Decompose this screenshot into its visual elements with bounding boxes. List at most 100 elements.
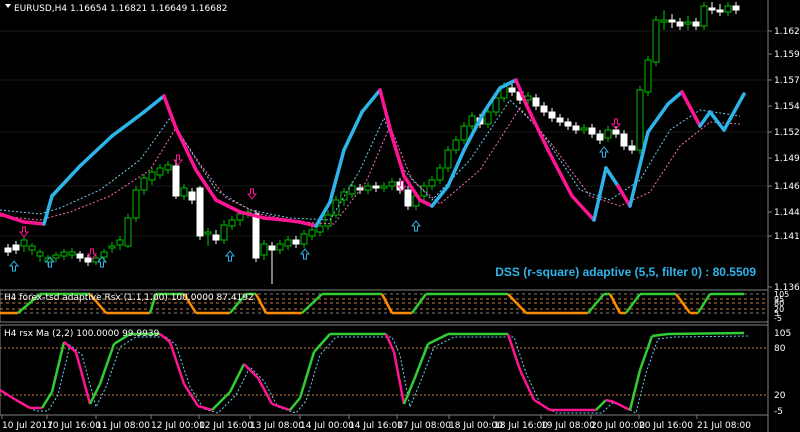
candle-body [548, 111, 556, 119]
candle-body [276, 243, 284, 251]
time-label: 12 Jul 00:00 [151, 421, 205, 431]
time-label: 19 Jul 08:00 [541, 421, 595, 431]
candle-body [124, 217, 132, 247]
time-label: 14 Jul 16:00 [349, 421, 403, 431]
candle-body [564, 121, 572, 127]
time-label: 10 Jul 2017 [2, 421, 53, 431]
candle-body [132, 189, 140, 219]
candle-body [708, 7, 716, 11]
candle-body [236, 213, 244, 221]
price-label: 1.16240 [774, 27, 800, 37]
candle-body [380, 185, 388, 189]
candle-body [508, 87, 516, 93]
price-label: 1.14430 [774, 208, 800, 218]
candle-body [388, 181, 396, 187]
sub1-scale-label: -5 [774, 314, 782, 323]
candle-body [100, 251, 108, 258]
candle-body [228, 219, 236, 227]
candle-body [156, 167, 164, 176]
candle-body [76, 253, 84, 259]
candle-body [212, 234, 220, 241]
candle-body [308, 229, 316, 237]
candle-body [68, 251, 76, 256]
sub2-title: H4 rsx Ma (2,2) 100.0000 99.9939 [4, 329, 160, 339]
candle-body [532, 97, 540, 107]
dss-readout: DSS (r-square) adaptive (5,5, filter 0) … [495, 265, 756, 279]
candle-body [484, 111, 492, 125]
candle-body [716, 9, 724, 13]
candle-body [268, 245, 276, 251]
candle-body [612, 129, 620, 135]
candle-body [460, 125, 468, 141]
sub2-scale-label: 20 [774, 391, 786, 401]
candle-body [12, 244, 20, 251]
candle-body [700, 5, 708, 27]
dss-segment [282, 218, 302, 224]
candle-body [652, 19, 660, 63]
candle-body [668, 19, 676, 23]
candle-body [436, 167, 444, 181]
trading-chart[interactable]: EURUSD,H4 1.16654 1.16821 1.16649 1.1668… [0, 0, 800, 432]
candle-body [580, 127, 588, 131]
candle-body [676, 21, 684, 27]
candle-body [108, 245, 116, 249]
candle-body [4, 247, 12, 253]
candle-body [116, 239, 124, 246]
sub2-scale-label: -5 [774, 407, 783, 417]
price-label: 1.15205 [774, 128, 800, 138]
price-label: 1.14950 [774, 154, 800, 164]
candle-body [252, 213, 260, 259]
price-label: 1.14685 [774, 182, 800, 192]
candle-body [84, 257, 92, 263]
time-label: 20 Jul 16:00 [639, 421, 693, 431]
candle-body [204, 231, 212, 235]
candle-body [164, 164, 172, 171]
time-label: 17 Jul 08:00 [397, 421, 451, 431]
candle-body [364, 185, 372, 191]
candle-body [52, 254, 60, 259]
dss-segment [22, 220, 46, 226]
symbol-info: EURUSD,H4 1.16654 1.16821 1.16649 1.1668… [14, 4, 227, 14]
candle-body [188, 191, 196, 201]
time-label: 20 Jul 00:00 [591, 421, 645, 431]
candle-body [444, 149, 452, 169]
candle-body [404, 189, 412, 207]
price-label: 1.14170 [774, 232, 800, 242]
rsx-ma-panel[interactable]: H4 rsx Ma (2,2) 100.0000 99.9939 [0, 324, 769, 416]
candle-body [540, 105, 548, 113]
time-label: 11 Jul 08:00 [96, 421, 150, 431]
candle-body [348, 185, 356, 195]
adaptive-rsx-panel[interactable]: H4 forex-tsd adaptive Rsx (1.1,1.00) 100… [0, 289, 769, 323]
sub1-scale-labels: 1059580205-5 [774, 290, 789, 323]
candle-body [36, 251, 44, 257]
candle-body [724, 5, 732, 13]
candle-body [148, 171, 156, 181]
dss-segment [262, 216, 286, 222]
sub2-scale-labels: 105 80 20 -5 [774, 329, 791, 417]
candle-body [620, 133, 628, 147]
candle-body [180, 187, 188, 197]
candle-body [572, 125, 580, 131]
price-label: 1.15720 [774, 76, 800, 86]
candle-body [196, 187, 204, 237]
candle-body [684, 21, 692, 25]
candle-body [260, 243, 268, 256]
candle-body [372, 185, 380, 189]
candle-body [636, 89, 644, 151]
candle-body [20, 239, 28, 247]
candle-body [316, 225, 324, 233]
sub1-title: H4 forex-tsd adaptive Rsx (1.1,1.00) 100… [4, 293, 254, 303]
price-scale[interactable]: 1.16240 1.15980 1.15720 1.15460 1.15205 1.149… [767, 0, 800, 432]
candle-body [604, 129, 612, 139]
candle-body [292, 239, 300, 245]
price-label: 1.15460 [774, 102, 800, 112]
candle-body [556, 117, 564, 123]
price-labels: 1.16240 1.15980 1.15720 1.15460 1.15205 1.149… [768, 27, 800, 293]
candle-body [452, 139, 460, 151]
main-price-panel[interactable]: EURUSD,H4 1.16654 1.16821 1.16649 1.1668… [0, 0, 768, 288]
candle-body [28, 245, 36, 251]
candle-body [172, 165, 180, 197]
candle-body [644, 59, 652, 93]
time-label: 21 Jul 08:00 [697, 421, 751, 431]
time-axis[interactable]: 10 Jul 201710 Jul 16:0011 Jul 08:00 12 Ju… [0, 414, 768, 431]
